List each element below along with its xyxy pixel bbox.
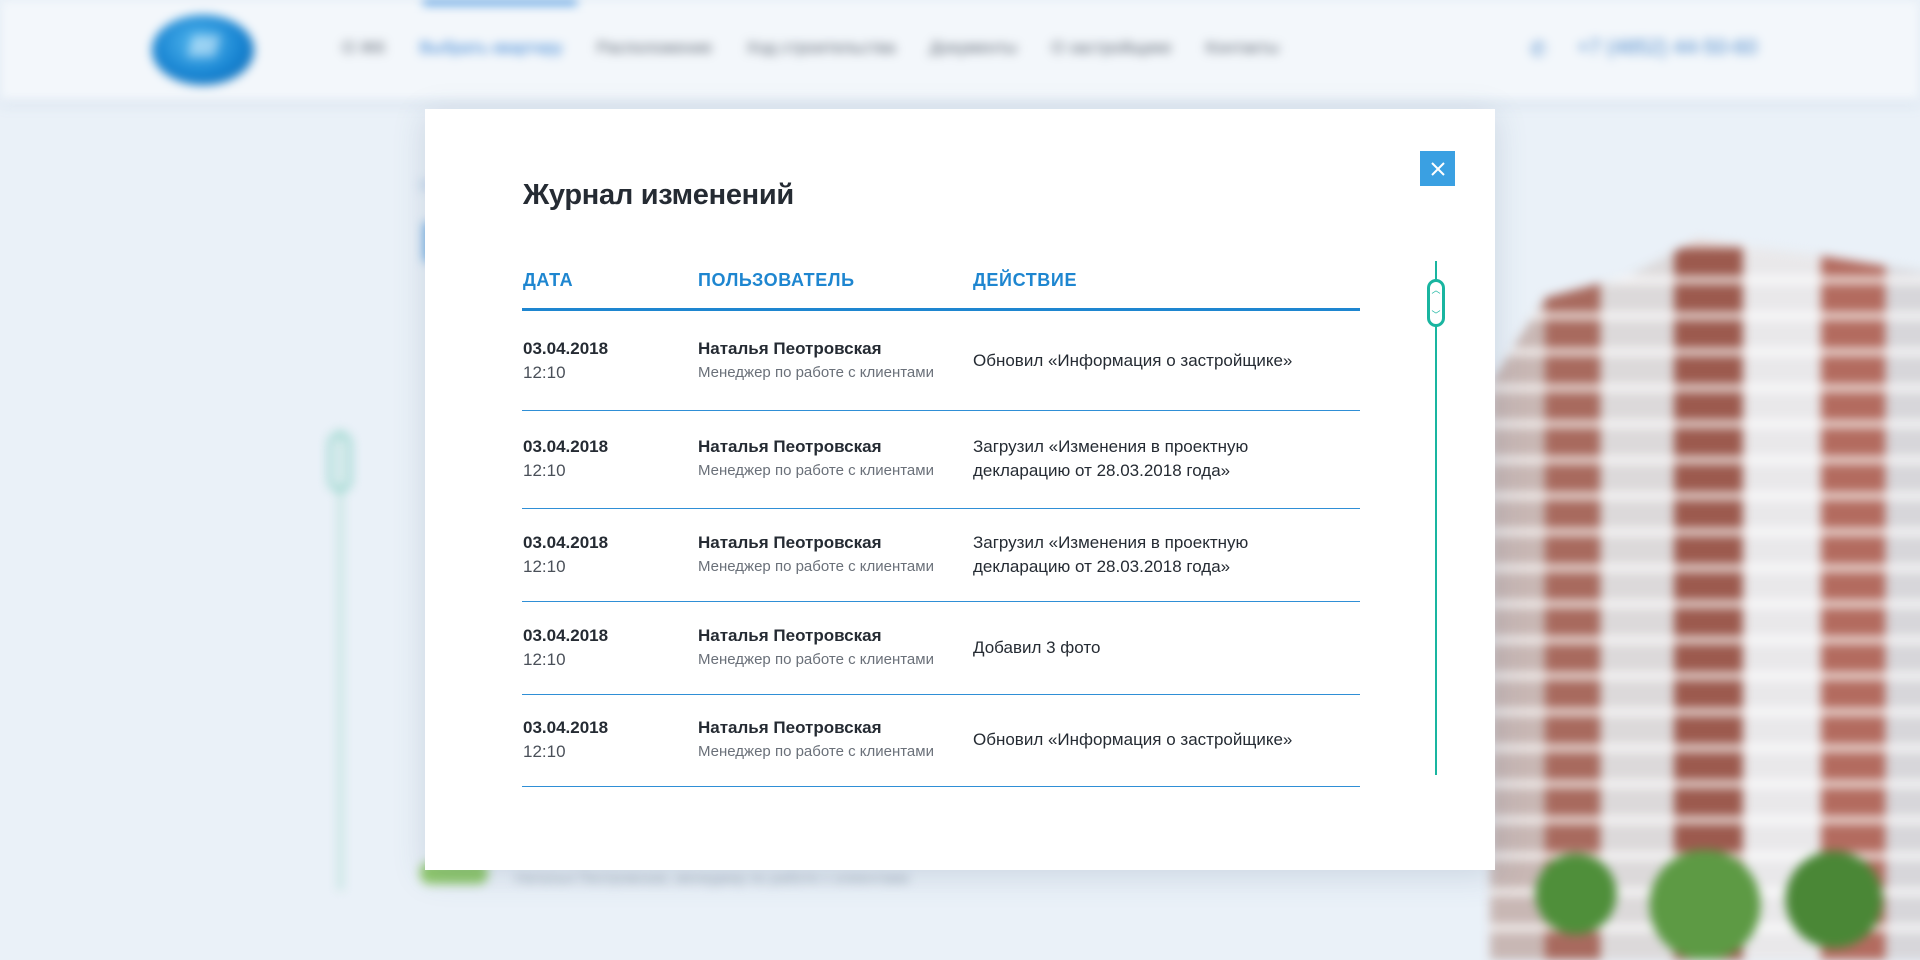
row-time: 12:10 (523, 650, 566, 669)
row-user-name: Наталья Пеотровская (698, 437, 882, 456)
nav-item-construction: Ход строительства (746, 38, 896, 57)
site-logo (152, 15, 254, 85)
row-time: 12:10 (523, 557, 566, 576)
scrollbar-thumb[interactable]: ︿ ﹀ (1427, 279, 1445, 327)
phone-icon: ✆ (1530, 39, 1547, 61)
row-action: Загрузил «Изменения в проектную декларац… (973, 437, 1249, 480)
nav-active-indicator (423, 0, 577, 5)
bg-footer-text: Наталья Пеотровская, менеджер по работе … (515, 870, 910, 887)
row-date: 03.04.2018 (523, 626, 609, 645)
row-time: 12:10 (523, 742, 566, 761)
nav-item-about: О ЖК (342, 38, 386, 57)
bg-scroll-thumb (328, 432, 352, 492)
row-user-role: Менеджер по работе с клиентами (698, 651, 934, 668)
row-date: 03.04.2018 (523, 718, 609, 737)
trees-image (1490, 850, 1920, 960)
row-action: Добавил 3 фото (973, 638, 1101, 657)
table-row: 03.04.2018 12:10 Наталья Пеотровская Мен… (522, 509, 1360, 602)
header-phone: +7 (4852) 44-50-60 (1577, 36, 1758, 59)
row-date: 03.04.2018 (523, 437, 609, 456)
modal-title: Журнал изменений (523, 179, 794, 211)
nav-item-contacts: Контакты (1205, 38, 1280, 57)
table-row: 03.04.2018 12:10 Наталья Пеотровская Мен… (522, 411, 1360, 509)
scrollbar-track[interactable] (1435, 261, 1437, 775)
row-user-name: Наталья Пеотровская (698, 718, 882, 737)
column-header-user: Пользователь (698, 270, 855, 290)
table-row: 03.04.2018 12:10 Наталья Пеотровская Мен… (522, 602, 1360, 695)
row-user-role: Менеджер по работе с клиентами (698, 743, 934, 760)
table-header: Дата Пользователь Действие (522, 261, 1360, 311)
bg-scroll-track (338, 430, 343, 890)
row-user-name: Наталья Пеотровская (698, 533, 882, 552)
row-time: 12:10 (523, 363, 566, 382)
row-user-name: Наталья Пеотровская (698, 339, 882, 358)
column-header-date: Дата (523, 270, 574, 290)
nav-item-documents: Документы (929, 38, 1018, 57)
nav-item-location: Расположение (596, 38, 713, 57)
row-action: Загрузил «Изменения в проектную декларац… (973, 533, 1249, 576)
row-time: 12:10 (523, 461, 566, 480)
nav-item-developer: О застройщике (1051, 38, 1172, 57)
chevron-up-icon: ︿ (1431, 285, 1441, 295)
row-user-role: Менеджер по работе с клиентами (698, 364, 934, 381)
row-user-role: Менеджер по работе с клиентами (698, 558, 934, 575)
main-nav: О ЖК Выбрать квартиру Расположение Ход с… (342, 38, 1279, 58)
row-action: Обновил «Информация о застройщике» (973, 351, 1293, 370)
changelog-table: Дата Пользователь Действие 03.04.2018 12… (522, 261, 1360, 787)
row-date: 03.04.2018 (523, 533, 609, 552)
table-row: 03.04.2018 12:10 Наталья Пеотровская Мен… (522, 695, 1360, 787)
changelog-modal: Журнал изменений Дата Пользователь Дейст… (425, 109, 1495, 870)
row-user-name: Наталья Пеотровская (698, 626, 882, 645)
row-date: 03.04.2018 (523, 339, 609, 358)
table-row: 03.04.2018 12:10 Наталья Пеотровская Мен… (522, 311, 1360, 411)
close-button[interactable] (1420, 151, 1455, 186)
chevron-down-icon: ﹀ (1431, 310, 1441, 320)
row-action: Обновил «Информация о застройщике» (973, 730, 1293, 749)
column-header-action: Действие (973, 270, 1078, 290)
nav-item-choose-apartment: Выбрать квартиру (419, 38, 563, 57)
row-user-role: Менеджер по работе с клиентами (698, 462, 934, 479)
site-header: О ЖК Выбрать квартиру Расположение Ход с… (0, 0, 1920, 100)
close-icon (1430, 161, 1445, 176)
